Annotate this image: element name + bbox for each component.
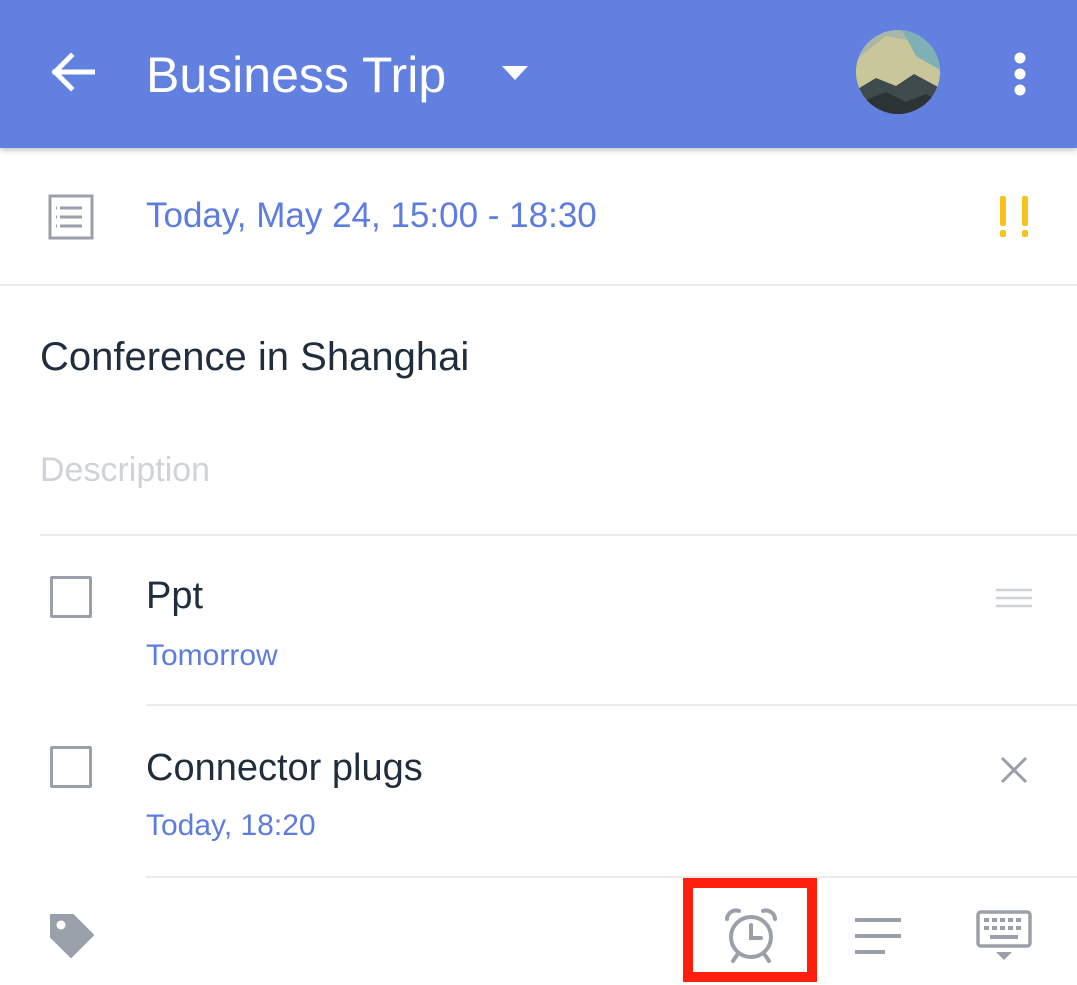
text-lines-icon (855, 918, 901, 954)
checklist-checkbox[interactable] (50, 746, 92, 788)
priority-icon (1000, 196, 1028, 237)
checklist-item: Ppt Tomorrow (0, 536, 1077, 706)
reminder-highlight-box (683, 878, 817, 982)
task-title[interactable]: Conference in Shanghai (40, 334, 469, 380)
hide-keyboard-button[interactable] (972, 906, 1036, 966)
date-row: Today, May 24, 15:00 - 18:30 (0, 148, 1077, 286)
avatar-image (856, 30, 940, 114)
checklist-item-label[interactable]: Ppt (146, 574, 203, 618)
caret-down-icon (502, 66, 528, 80)
list-title[interactable]: Business Trip (146, 44, 446, 106)
checklist-checkbox[interactable] (50, 576, 92, 618)
description-button[interactable] (848, 908, 908, 964)
more-options-button[interactable] (996, 46, 1044, 102)
list-dropdown-button[interactable] (498, 56, 532, 90)
priority-button[interactable] (994, 194, 1036, 240)
remove-item-button[interactable] (996, 752, 1032, 788)
app-bar: Business Trip (0, 0, 1077, 148)
more-vertical-icon (1014, 52, 1026, 96)
checklist-item: Connector plugs Today, 18:20 (0, 706, 1077, 878)
due-date-button[interactable]: Today, May 24, 15:00 - 18:30 (146, 196, 597, 236)
tag-button[interactable] (40, 904, 102, 966)
description-field[interactable]: Description (40, 450, 210, 490)
tag-icon (50, 914, 94, 958)
bottom-toolbar (0, 878, 1077, 985)
checklist-item-due[interactable]: Tomorrow (146, 638, 278, 674)
avatar[interactable] (856, 30, 940, 114)
note-icon (46, 192, 96, 242)
keyboard-hide-icon (976, 910, 1032, 960)
checklist-item-due[interactable]: Today, 18:20 (146, 808, 316, 844)
back-button[interactable] (40, 40, 104, 104)
checklist-item-label[interactable]: Connector plugs (146, 746, 423, 790)
close-icon (1000, 756, 1028, 784)
arrow-left-icon (51, 52, 95, 92)
drag-handle-icon[interactable] (994, 586, 1034, 610)
